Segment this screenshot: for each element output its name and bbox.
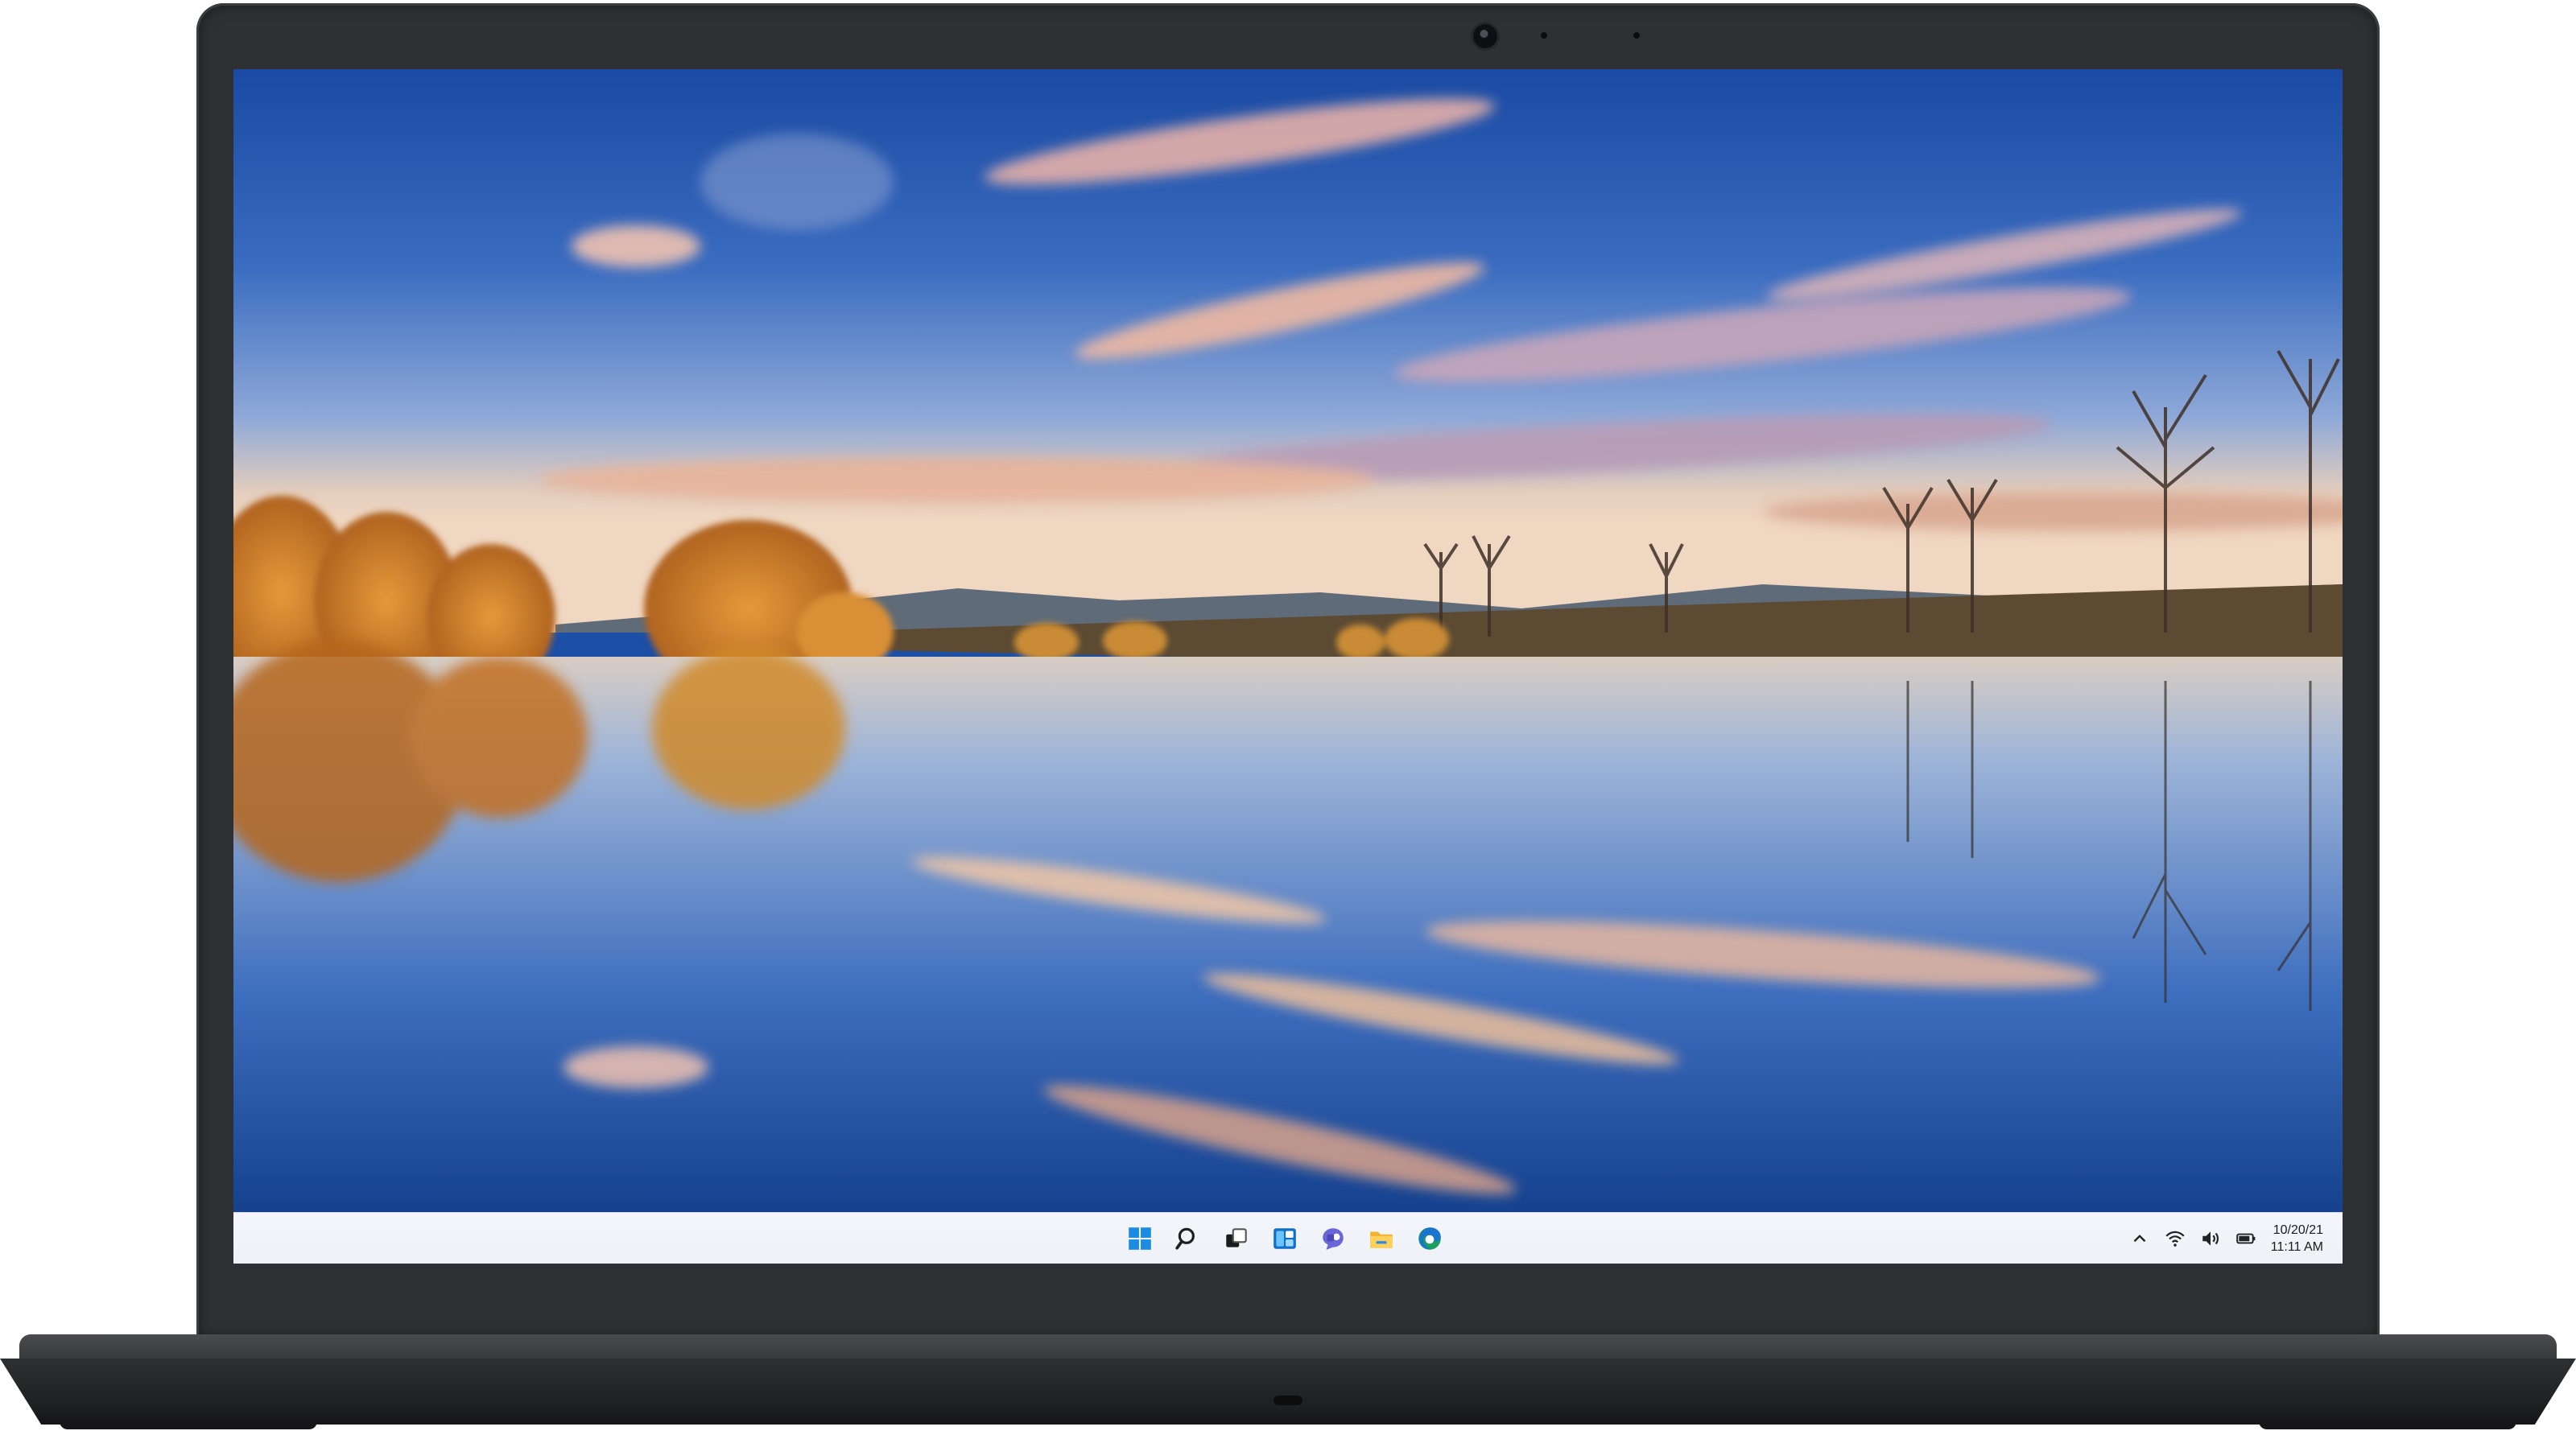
chevron-up-icon [2133,1235,2146,1243]
task-view-icon [1226,1228,1247,1247]
clock-date: 10/20/21 [2273,1223,2323,1237]
edge-button[interactable] [1412,1221,1447,1256]
taskbar: 10/20/21 11:11 AM [233,1212,2343,1264]
search-button[interactable] [1170,1221,1206,1256]
start-button[interactable] [1122,1221,1158,1256]
wifi-icon [2165,1231,2185,1247]
system-tray: 10/20/21 11:11 AM [2129,1213,2323,1264]
screen: 10/20/21 11:11 AM [233,69,2343,1264]
light-sensor [1633,32,1640,39]
volume-button[interactable] [2200,1228,2221,1249]
widgets-button[interactable] [1267,1221,1302,1256]
widgets-icon [1274,1228,1296,1249]
volume-icon [2202,1231,2219,1246]
laptop-base [0,1334,2576,1433]
base-front-edge [0,1359,2576,1425]
battery-button[interactable] [2235,1228,2256,1249]
webcam [1473,24,1497,48]
show-hidden-icons-button[interactable] [2129,1228,2150,1249]
clock[interactable]: 10/20/21 11:11 AM [2271,1222,2323,1256]
right-foot [2259,1421,2516,1429]
edge-browser-icon [1418,1227,1441,1250]
file-explorer-button[interactable] [1364,1221,1399,1256]
battery-icon [2235,1233,2256,1244]
network-button[interactable] [2165,1228,2186,1249]
left-foot [60,1421,317,1429]
clock-time: 11:11 AM [2270,1240,2323,1254]
hinge [19,1334,2557,1362]
taskbar-pinned-apps [1122,1221,1447,1256]
desktop-wallpaper[interactable] [233,69,2343,1212]
windows-start-icon [1129,1227,1151,1250]
search-icon [1175,1227,1195,1250]
folder-icon [1370,1231,1393,1248]
teams-chat-icon [1323,1228,1344,1250]
ir-sensor [1541,32,1547,39]
lid-opening-notch [1274,1396,1302,1405]
task-view-button[interactable] [1219,1221,1254,1256]
chat-button[interactable] [1315,1221,1351,1256]
